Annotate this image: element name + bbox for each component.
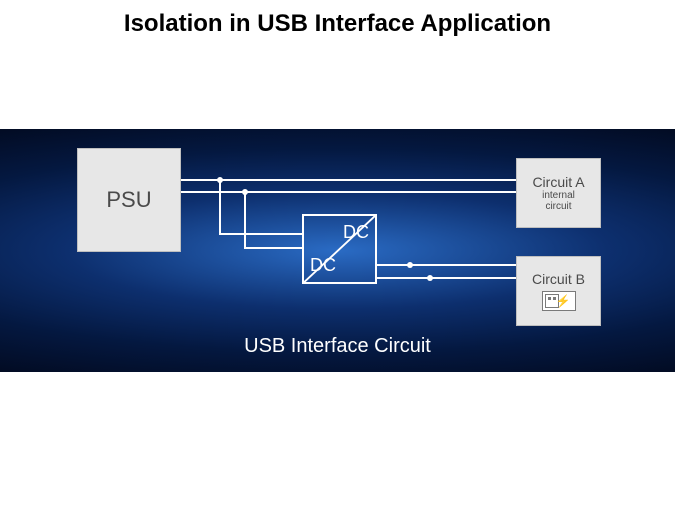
wire [181,191,516,193]
usb-port-icon: ⚡ [542,291,576,311]
wire [244,247,302,249]
wire-node [407,262,413,268]
circuit-b-title: Circuit B [532,271,585,287]
wire [244,191,246,249]
wire-node [427,275,433,281]
wire [219,233,302,235]
wire [377,264,516,266]
dcdc-bottom-label: DC [310,255,336,276]
dcdc-block: DC DC [302,214,377,284]
dcdc-top-label: DC [343,222,369,243]
page-title: Isolation in USB Interface Application [0,10,675,38]
wire [181,179,516,181]
wire [219,179,221,235]
psu-block: PSU [77,148,181,252]
diagram-caption: USB Interface Circuit [0,335,675,358]
circuit-a-sub2: circuit [545,201,571,212]
circuit-a-title: Circuit A [532,174,584,190]
circuit-a-block: Circuit A internal circuit [516,158,601,228]
psu-label: PSU [106,187,151,213]
circuit-b-block: Circuit B ⚡ [516,256,601,326]
diagram-canvas: PSU DC DC Circuit A internal circuit Cir… [0,129,675,372]
circuit-a-sub1: internal [542,190,575,201]
wire [377,277,516,279]
lightning-icon: ⚡ [556,294,571,308]
